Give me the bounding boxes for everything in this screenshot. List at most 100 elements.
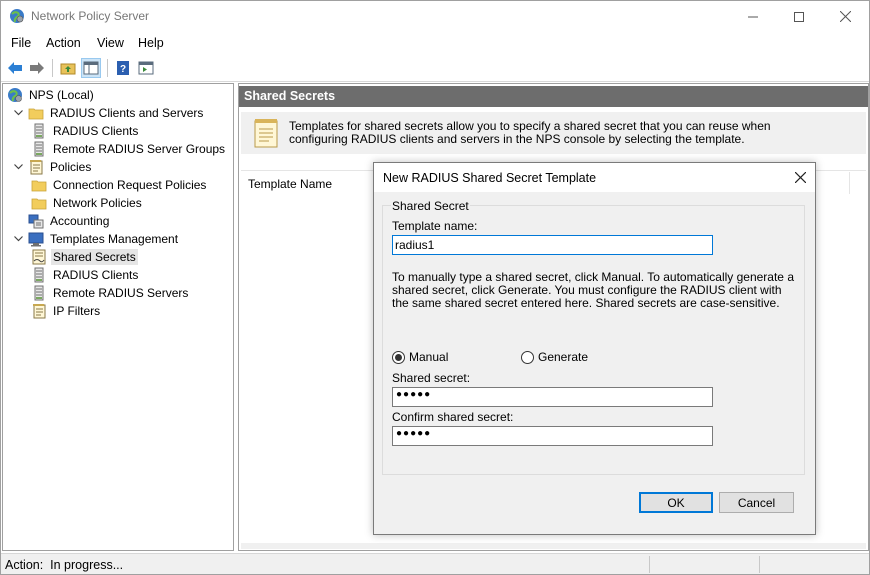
- template-name-label-text: Template name:: [392, 219, 478, 233]
- template-name-label: Template name:: [392, 219, 477, 233]
- tree-item-shared-secrets[interactable]: Shared Secrets: [31, 248, 138, 266]
- radio-manual[interactable]: Manual: [392, 350, 448, 364]
- cancel-button[interactable]: Cancel: [719, 492, 794, 513]
- ok-button[interactable]: OK: [639, 492, 713, 513]
- monitor-icon: [28, 231, 44, 247]
- forward-arrow-icon: [30, 62, 44, 74]
- radio-manual-circle[interactable]: [392, 350, 405, 364]
- tree-item-label: NPS (Local): [29, 88, 94, 102]
- tree-item-label: RADIUS Clients: [53, 124, 139, 138]
- dialog-close-button[interactable]: [789, 166, 811, 188]
- certificate-icon: [31, 249, 47, 265]
- tree-item-accounting[interactable]: Accounting: [12, 212, 111, 230]
- tree-item-label: Templates Management: [50, 232, 179, 246]
- radio-generate-circle[interactable]: [521, 350, 534, 364]
- chevron-down-icon[interactable]: [12, 233, 24, 245]
- radio-generate-label[interactable]: Generate: [538, 350, 588, 364]
- menu-file[interactable]: File: [11, 36, 31, 50]
- status-text: Action: In progress...: [5, 558, 124, 572]
- tree-item-connection-request-policies[interactable]: Connection Request Policies: [31, 176, 208, 194]
- up-folder-button[interactable]: [58, 58, 78, 78]
- minimize-button[interactable]: [730, 1, 776, 32]
- tree-item-label: Remote RADIUS Server Groups: [53, 142, 226, 156]
- close-icon: [794, 171, 806, 183]
- tree-item-label: Shared Secrets: [51, 249, 138, 265]
- dialog-title-bar: New RADIUS Shared Secret Template: [374, 163, 815, 192]
- document-icon: [28, 159, 44, 175]
- shared-secret-mask: ●●●●●: [396, 389, 432, 400]
- back-button[interactable]: [5, 58, 25, 78]
- column-header-template-name[interactable]: Template Name: [248, 177, 332, 191]
- server-icon: [31, 285, 47, 301]
- action-pane-icon: [138, 61, 154, 75]
- tree-item-label: RADIUS Clients and Servers: [50, 106, 204, 120]
- tree-item-nps-local[interactable]: NPS (Local): [7, 86, 96, 104]
- tree-item-radius-clients[interactable]: RADIUS Clients: [31, 266, 140, 284]
- help-book-icon: ?: [117, 61, 129, 75]
- info-banner: Templates for shared secrets allow you t…: [241, 112, 866, 154]
- tree-item-ip-filters[interactable]: IP Filters: [31, 302, 102, 320]
- svg-text:?: ?: [120, 64, 126, 75]
- menu-bar: File Action View Help: [1, 32, 869, 54]
- console-tree-icon: [83, 61, 99, 75]
- back-arrow-icon: [8, 62, 22, 74]
- notepad-icon: [253, 118, 279, 151]
- chevron-down-icon[interactable]: [12, 107, 24, 119]
- confirm-secret-input[interactable]: ●●●●●: [392, 426, 713, 446]
- info-text: Templates for shared secrets allow you t…: [289, 119, 771, 146]
- shared-secret-input[interactable]: ●●●●●: [392, 387, 713, 407]
- show-hide-console-tree-button[interactable]: [81, 58, 101, 78]
- title-bar: Network Policy Server: [1, 1, 869, 32]
- tree-item-policies[interactable]: Policies: [12, 158, 93, 176]
- tree-item-remote-radius-server-groups[interactable]: Remote RADIUS Server Groups: [31, 140, 227, 158]
- tree-item-radius-clients[interactable]: RADIUS Clients: [31, 122, 140, 140]
- confirm-secret-mask: ●●●●●: [396, 428, 432, 439]
- menu-help[interactable]: Help: [138, 36, 164, 50]
- console-tree: NPS (Local) RADIUS Clients and Servers RAD…: [2, 83, 234, 551]
- group-label: Shared Secret: [391, 199, 470, 213]
- details-header: Shared Secrets: [239, 86, 868, 107]
- tree-item-radius-clients-and-servers[interactable]: RADIUS Clients and Servers: [12, 104, 205, 122]
- shared-secret-label: Shared secret:: [392, 371, 471, 385]
- tree-item-label: RADIUS Clients: [53, 268, 139, 282]
- show-action-pane-button[interactable]: [136, 58, 156, 78]
- template-name-input[interactable]: [392, 235, 713, 255]
- tree-item-templates-management[interactable]: Templates Management: [12, 230, 180, 248]
- maximize-button[interactable]: [776, 1, 822, 32]
- document-icon: [31, 303, 47, 319]
- nps-app-icon: [9, 8, 25, 24]
- tree-item-remote-radius-servers[interactable]: Remote RADIUS Servers: [31, 284, 190, 302]
- forward-button[interactable]: [27, 58, 47, 78]
- radio-generate[interactable]: Generate: [521, 350, 588, 364]
- tree-item-label: Accounting: [50, 214, 110, 228]
- server-icon: [31, 141, 47, 157]
- tree-item-label: Policies: [50, 160, 92, 174]
- dialog-title: New RADIUS Shared Secret Template: [383, 171, 597, 185]
- new-shared-secret-dialog: New RADIUS Shared Secret Template Shared…: [373, 162, 816, 535]
- radio-manual-label[interactable]: Manual: [409, 350, 448, 364]
- accounting-icon: [28, 213, 44, 229]
- menu-view[interactable]: View: [97, 36, 124, 50]
- tree-item-label: IP Filters: [53, 304, 101, 318]
- tree-item-label: Remote RADIUS Servers: [53, 286, 189, 300]
- confirm-secret-label: Confirm shared secret:: [392, 410, 514, 424]
- close-button[interactable]: [822, 1, 868, 32]
- globe-icon: [7, 87, 23, 103]
- tree-item-label: Connection Request Policies: [53, 178, 207, 192]
- menu-action[interactable]: Action: [46, 36, 81, 50]
- tree-item-network-policies[interactable]: Network Policies: [31, 194, 144, 212]
- folder-up-icon: [60, 63, 76, 75]
- toolbar: ?: [1, 54, 869, 82]
- window-title: Network Policy Server: [31, 9, 150, 23]
- server-icon: [31, 267, 47, 283]
- main-window: Network Policy Server File Action View H…: [0, 0, 870, 575]
- server-icon: [31, 123, 47, 139]
- folder-icon: [28, 105, 44, 121]
- help-button[interactable]: ?: [113, 58, 133, 78]
- tree-item-label: Network Policies: [53, 196, 142, 210]
- folder-icon: [31, 195, 47, 211]
- help-text: To manually type a shared secret, click …: [392, 270, 794, 310]
- folder-icon: [31, 177, 47, 193]
- chevron-down-icon[interactable]: [12, 161, 24, 173]
